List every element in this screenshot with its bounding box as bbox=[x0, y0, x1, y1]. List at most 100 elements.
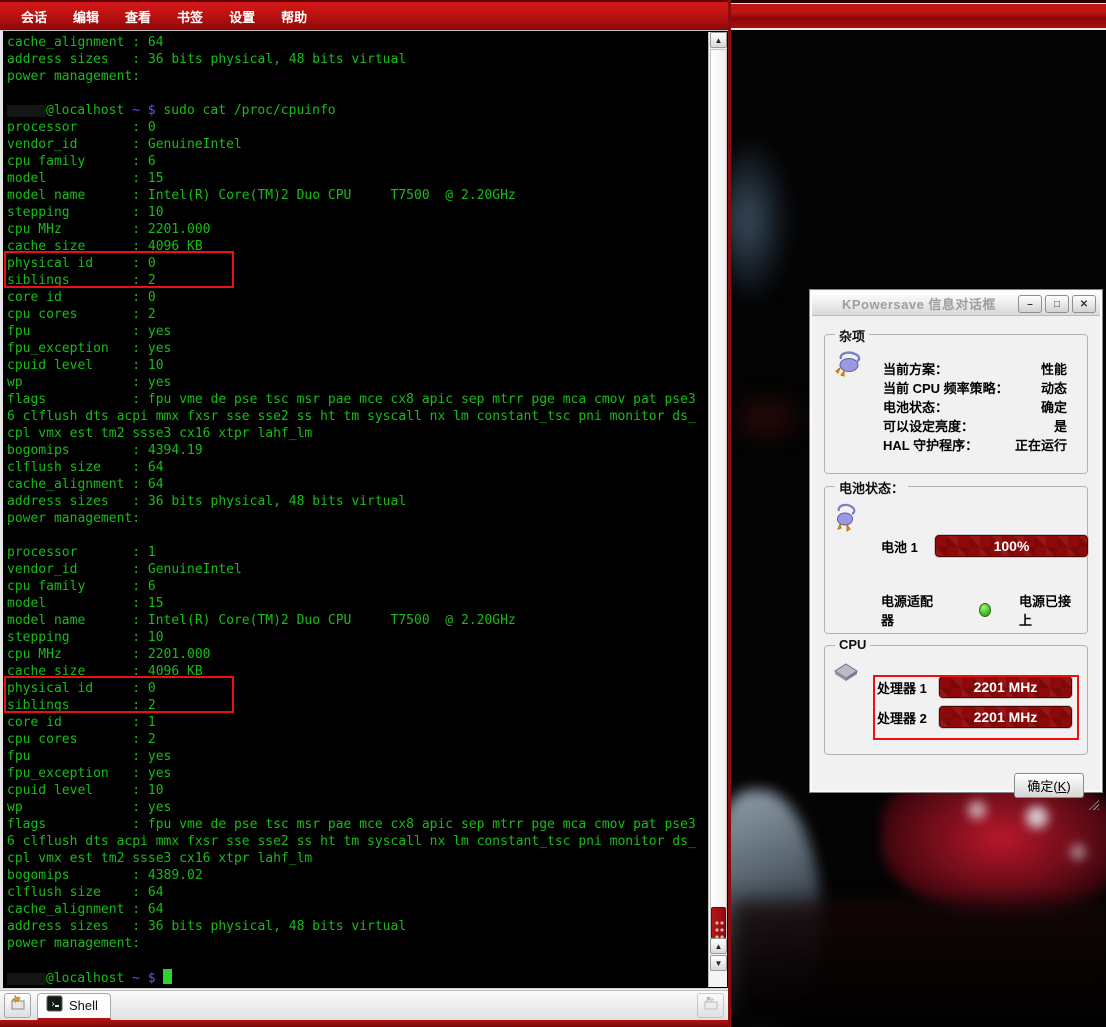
ok-button[interactable]: 确定(K) bbox=[1014, 773, 1084, 798]
terminal-line: fpu : yes bbox=[7, 748, 708, 765]
battery-percent: 100% bbox=[994, 538, 1030, 554]
misc-row: 当前方案：性能 bbox=[883, 359, 1067, 378]
wallpaper-red-smudge bbox=[731, 388, 811, 448]
terminal-line: fpu_exception : yes bbox=[7, 765, 708, 782]
terminal-output[interactable]: cache_alignment : 64address sizes : 36 b… bbox=[3, 31, 708, 988]
terminal-line: cpu family : 6 bbox=[7, 578, 708, 595]
terminal-line: siblings : 2 bbox=[7, 272, 708, 289]
terminal-line: clflush size : 64 bbox=[7, 459, 708, 476]
terminal-line: address sizes : 36 bits physical, 48 bit… bbox=[7, 493, 708, 510]
terminal-line: flags : fpu vme de pse tsc msr pae mce c… bbox=[7, 391, 708, 408]
misc-row-label: 当前 CPU 频率策略： bbox=[883, 378, 1009, 397]
battery-label: 电池 1 bbox=[881, 537, 925, 556]
terminal-line: 6 clflush dts acpi mmx fxsr sse sse2 ss … bbox=[7, 408, 708, 425]
redacted-username bbox=[7, 973, 46, 985]
close-session-icon bbox=[702, 994, 720, 1017]
resize-grip[interactable] bbox=[1086, 797, 1099, 810]
konsole-tab-icon: › bbox=[46, 995, 63, 1017]
terminal-line: wp : yes bbox=[7, 374, 708, 391]
terminal-line: cpu cores : 2 bbox=[7, 306, 708, 323]
terminal-line: power management: bbox=[7, 510, 708, 527]
terminal-line: model : 15 bbox=[7, 170, 708, 187]
tab-shell-label: Shell bbox=[69, 998, 98, 1013]
terminal-line: siblings : 2 bbox=[7, 697, 708, 714]
menu-item[interactable]: 设置 bbox=[216, 7, 268, 26]
dialog-title: KPowersave 信息对话框 bbox=[842, 294, 996, 313]
terminal-line: cache_alignment : 64 bbox=[7, 476, 708, 493]
misc-group-legend: 杂项 bbox=[835, 326, 869, 345]
tab-shell[interactable]: › Shell bbox=[37, 993, 111, 1021]
terminal-line: address sizes : 36 bits physical, 48 bit… bbox=[7, 918, 708, 935]
window-bottom-border bbox=[0, 1020, 728, 1027]
scrollbar-track[interactable] bbox=[710, 49, 727, 937]
cpu-chip-icon bbox=[833, 662, 859, 689]
scroll-up-button-bottom[interactable]: ▲ bbox=[710, 938, 727, 954]
screen: 会话编辑查看书签设置帮助 cache_alignment : 64address… bbox=[0, 0, 1106, 1027]
wallpaper-dark-fade bbox=[731, 900, 1106, 1027]
background-window-titlebar bbox=[731, 0, 1106, 30]
menu-item[interactable]: 帮助 bbox=[268, 7, 320, 26]
cpu-group: CPU 处理器 12201 MHz处理器 22201 MHz bbox=[824, 645, 1088, 755]
processor-row: 处理器 12201 MHz bbox=[877, 672, 1072, 702]
terminal-line: cache size : 4096 KB bbox=[7, 238, 708, 255]
redacted-username bbox=[7, 105, 46, 117]
processor-label: 处理器 1 bbox=[877, 678, 935, 697]
minimize-button[interactable]: – bbox=[1018, 295, 1042, 313]
cpu-rows: 处理器 12201 MHz处理器 22201 MHz bbox=[877, 672, 1072, 732]
misc-row: 可以设定亮度：是 bbox=[883, 416, 1067, 435]
terminal-line: model name : Intel(R) Core(TM)2 Duo CPU … bbox=[7, 187, 708, 204]
misc-row-value: 正在运行 bbox=[1015, 435, 1067, 454]
terminal-line: @localhost ~ $ sudo cat /proc/cpuinfo bbox=[7, 102, 708, 119]
menu-item[interactable]: 编辑 bbox=[60, 7, 112, 26]
adapter-row: 电源适配器 电源已接上 bbox=[881, 591, 1073, 629]
misc-row-value: 确定 bbox=[1041, 397, 1067, 416]
terminal-line: cache_alignment : 64 bbox=[7, 901, 708, 918]
processor-frequency-bar: 2201 MHz bbox=[939, 706, 1072, 728]
misc-row: 电池状态：确定 bbox=[883, 397, 1067, 416]
new-session-button[interactable] bbox=[4, 993, 31, 1018]
terminal-line: cpu family : 6 bbox=[7, 153, 708, 170]
menu-item[interactable]: 会话 bbox=[8, 7, 60, 26]
menu-item[interactable]: 书签 bbox=[164, 7, 216, 26]
close-session-button[interactable] bbox=[697, 993, 724, 1018]
terminal-line: processor : 1 bbox=[7, 544, 708, 561]
terminal-line: @localhost ~ $ bbox=[7, 969, 708, 986]
minimize-icon: – bbox=[1027, 299, 1033, 310]
terminal-line: vendor_id : GenuineIntel bbox=[7, 136, 708, 153]
terminal-line: bogomips : 4394.19 bbox=[7, 442, 708, 459]
terminal-line: model : 15 bbox=[7, 595, 708, 612]
terminal-frame: cache_alignment : 64address sizes : 36 b… bbox=[0, 30, 728, 989]
battery-row: 电池 1 100% bbox=[881, 535, 1088, 557]
terminal-line: cpu MHz : 2201.000 bbox=[7, 646, 708, 663]
maximize-icon: □ bbox=[1054, 299, 1060, 310]
scroll-down-button[interactable]: ▼ bbox=[710, 955, 727, 971]
battery-group-legend: 电池状态： bbox=[835, 478, 908, 497]
terminal-line: core id : 0 bbox=[7, 289, 708, 306]
terminal-line: core id : 1 bbox=[7, 714, 708, 731]
terminal-line: stepping : 10 bbox=[7, 204, 708, 221]
misc-row-label: HAL 守护程序： bbox=[883, 435, 978, 454]
close-icon: ✕ bbox=[1080, 299, 1088, 310]
terminal-line: clflush size : 64 bbox=[7, 884, 708, 901]
terminal-line: power management: bbox=[7, 935, 708, 952]
terminal-line: address sizes : 36 bits physical, 48 bit… bbox=[7, 51, 708, 68]
terminal-scrollbar[interactable]: ▲ ▲ ▼ bbox=[708, 32, 727, 987]
terminal-line: bogomips : 4389.02 bbox=[7, 867, 708, 884]
terminal-line: physical id : 0 bbox=[7, 255, 708, 272]
menu-item[interactable]: 查看 bbox=[112, 7, 164, 26]
processor-row: 处理器 22201 MHz bbox=[877, 702, 1072, 732]
terminal-line: cpuid level : 10 bbox=[7, 357, 708, 374]
maximize-button[interactable]: □ bbox=[1045, 295, 1069, 313]
dialog-titlebar[interactable]: KPowersave 信息对话框 – □ ✕ bbox=[812, 292, 1100, 316]
terminal-cursor bbox=[163, 969, 172, 984]
misc-row-value: 性能 bbox=[1041, 359, 1067, 378]
terminal-line: fpu_exception : yes bbox=[7, 340, 708, 357]
misc-row-label: 可以设定亮度： bbox=[883, 416, 974, 435]
kpowersave-plug-icon bbox=[833, 351, 863, 382]
scroll-up-button[interactable]: ▲ bbox=[710, 32, 727, 48]
close-button[interactable]: ✕ bbox=[1072, 295, 1096, 313]
terminal-line: vendor_id : GenuineIntel bbox=[7, 561, 708, 578]
svg-text:›: › bbox=[50, 999, 56, 1010]
adapter-status: 电源已接上 bbox=[1019, 591, 1073, 629]
terminal-line: cpl vmx est tm2 ssse3 cx16 xtpr lahf_lm bbox=[7, 425, 708, 442]
